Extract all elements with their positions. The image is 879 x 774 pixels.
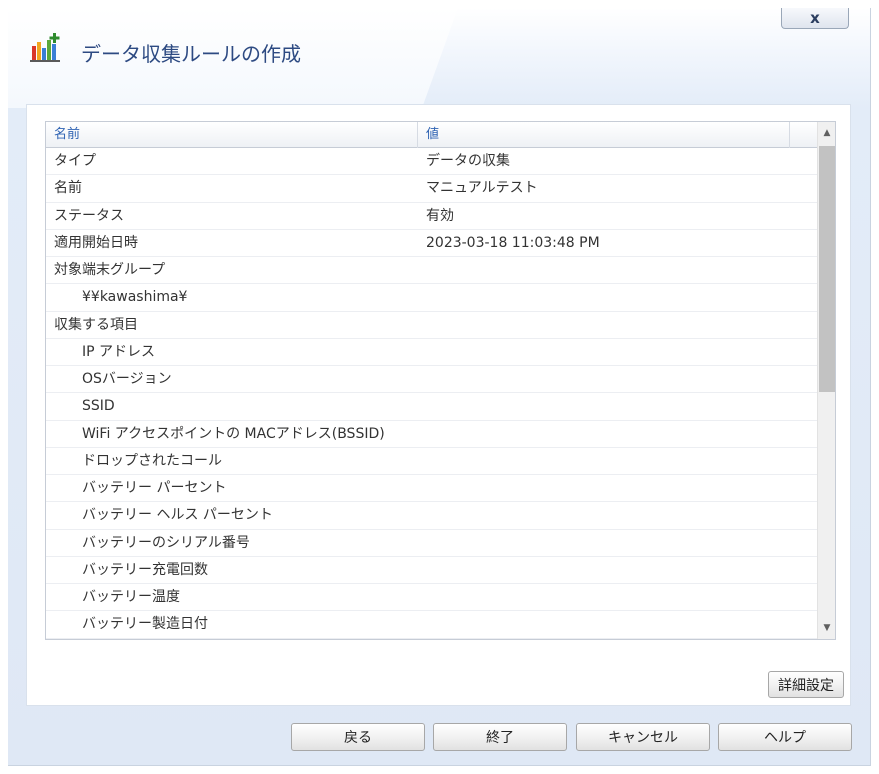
scrollbar-thumb[interactable] xyxy=(819,146,835,392)
row-value: マニュアルテスト xyxy=(426,180,538,197)
table-row[interactable]: ステータス 有効 xyxy=(46,203,818,230)
row-name: OSバージョン xyxy=(82,371,172,387)
table-row[interactable]: バッテリー充電回数 xyxy=(46,557,818,584)
table-row[interactable]: 名前 マニュアルテスト xyxy=(46,175,818,203)
row-name: タイプ xyxy=(54,153,96,169)
row-name: IP アドレス xyxy=(82,343,156,360)
row-value: データの収集 xyxy=(426,153,510,169)
table-row[interactable]: WiFi アクセスポイントの MACアドレス(BSSID) xyxy=(46,421,818,448)
row-name: ¥¥kawashima¥ xyxy=(82,289,188,306)
table-row[interactable]: バッテリーのシリアル番号 xyxy=(46,530,818,557)
column-header-name[interactable]: 名前 xyxy=(46,122,418,148)
table-row[interactable]: IP アドレス xyxy=(46,339,818,366)
close-icon: x xyxy=(810,9,820,27)
table-row[interactable]: ドロップされたコール xyxy=(46,448,818,475)
row-name: バッテリー温度 xyxy=(82,589,180,605)
table-row[interactable]: バッテリー パーセント xyxy=(46,475,818,503)
row-name: 対象端末グループ xyxy=(54,262,166,278)
row-name: バッテリーのシリアル番号 xyxy=(82,534,250,551)
finish-button[interactable]: 終了 xyxy=(433,723,567,751)
help-button[interactable]: ヘルプ xyxy=(718,723,852,751)
row-name: バッテリー ヘルス パーセント xyxy=(82,507,273,524)
table-row[interactable]: 対象端末グループ xyxy=(46,257,818,285)
table-row[interactable]: タイプ データの収集 xyxy=(46,148,818,176)
grid-rows: タイプ データの収集名前 マニュアルテストステータス 有効適用開始日時 2023-03-… xyxy=(46,148,818,639)
row-value: 2023-03-18 11:03:48 PM xyxy=(426,234,600,251)
cancel-button[interactable]: キャンセル xyxy=(576,723,710,751)
scroll-down-arrow-icon[interactable]: ▼ xyxy=(818,617,835,639)
row-name: 名前 xyxy=(54,180,82,197)
vertical-scrollbar[interactable]: ▲ ▼ xyxy=(817,122,835,639)
row-name: ステータス xyxy=(54,207,124,224)
scroll-up-arrow-icon[interactable]: ▲ xyxy=(818,122,835,144)
table-row[interactable]: ¥¥kawashima¥ xyxy=(46,284,818,312)
table-row[interactable]: バッテリー ヘルス パーセント xyxy=(46,502,818,530)
property-grid: 名前 値 タイプ データの収集 名前 マニュアルテスト ステータス 有効 適用開始日時 202… xyxy=(45,121,836,640)
back-button[interactable]: 戻る xyxy=(291,723,425,751)
row-name: バッテリー充電回数 xyxy=(82,561,208,578)
row-name: バッテリー パーセント xyxy=(82,480,227,496)
dialog-title: データ収集ルールの作成 xyxy=(81,42,301,66)
row-name: SSID xyxy=(82,398,115,415)
column-header-value[interactable]: 値 xyxy=(418,122,790,148)
table-row[interactable]: バッテリー温度 xyxy=(46,584,818,612)
row-name: バッテリー製造日付 xyxy=(82,616,208,633)
row-name: WiFi アクセスポイントの MACアドレス(BSSID) xyxy=(82,425,385,442)
row-name: 収集する項目 xyxy=(54,316,138,333)
table-row[interactable]: OSバージョン xyxy=(46,366,818,394)
table-row[interactable]: SSID xyxy=(46,393,818,421)
row-name: ドロップされたコール xyxy=(82,452,222,469)
table-row[interactable]: 収集する項目 xyxy=(46,312,818,339)
row-name: 適用開始日時 xyxy=(54,234,138,251)
chart-add-icon xyxy=(30,33,60,62)
advanced-settings-button[interactable]: 詳細設定 xyxy=(768,671,844,698)
create-data-collection-rule-dialog: x データ収集ルールの作成 名前 値 タイプ データの収集 名前 マニュアルテスト ステ… xyxy=(8,8,871,766)
table-row[interactable]: 適用開始日時 2023-03-18 11:03:48 PM xyxy=(46,230,818,257)
close-button[interactable]: x xyxy=(781,8,849,29)
row-value: 有効 xyxy=(426,207,454,224)
table-row[interactable]: バッテリー製造日付 xyxy=(46,611,818,639)
grid-header: 名前 値 xyxy=(46,122,818,148)
content-panel: 名前 値 タイプ データの収集 名前 マニュアルテスト ステータス 有効 適用開始日時 202… xyxy=(26,104,851,706)
